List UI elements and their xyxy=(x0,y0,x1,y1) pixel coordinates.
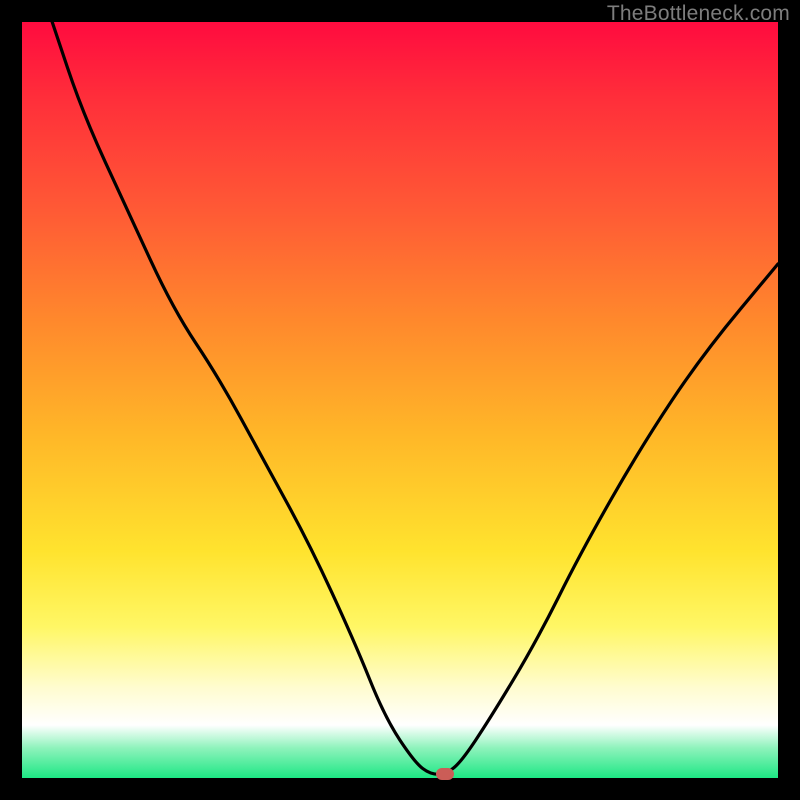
plot-area xyxy=(22,22,778,778)
optimal-point-marker xyxy=(436,768,454,780)
bottleneck-curve xyxy=(22,22,778,778)
chart-stage: TheBottleneck.com xyxy=(0,0,800,800)
watermark-text: TheBottleneck.com xyxy=(607,2,790,26)
